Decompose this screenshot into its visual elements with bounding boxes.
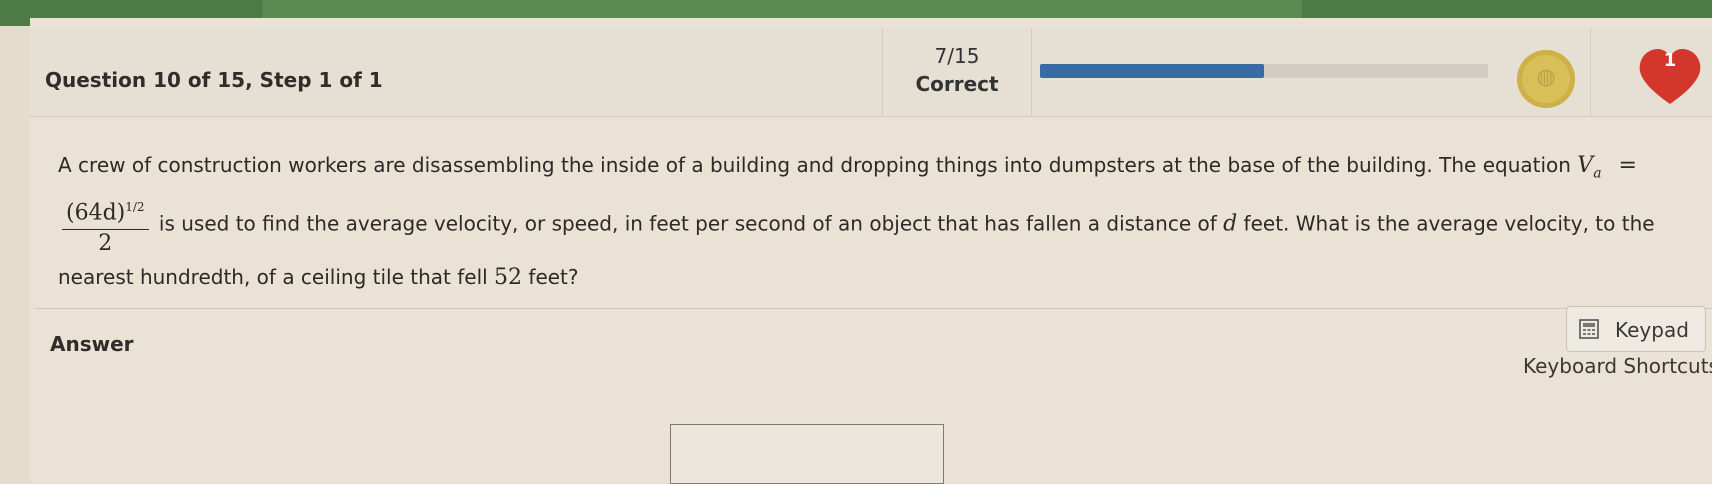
- answer-input[interactable]: [670, 424, 944, 484]
- question-page: Question 10 of 15, Step 1 of 1 7/15 Corr…: [30, 18, 1712, 484]
- keypad-button[interactable]: Keypad: [1566, 306, 1706, 352]
- coin-glyph: ◍: [1536, 65, 1556, 90]
- equation-numerator: (64d): [66, 200, 126, 226]
- coin-icon[interactable]: ◍: [1517, 50, 1575, 108]
- header-divider: [1590, 28, 1591, 116]
- equation-lhs-sub: a: [1593, 165, 1602, 182]
- question-step-label: Question 10 of 15, Step 1 of 1: [45, 68, 383, 92]
- keyboard-shortcuts-link[interactable]: Keyboard Shortcuts: [1523, 354, 1712, 378]
- number-52: 52: [494, 264, 523, 290]
- calculator-icon: [1579, 319, 1599, 339]
- question-text: A crew of construction workers are disas…: [58, 146, 1658, 297]
- question-text-part1: A crew of construction workers are disas…: [58, 153, 1578, 177]
- equation-fraction: (64d)1/2 2: [62, 192, 149, 257]
- question-header: Question 10 of 15, Step 1 of 1 7/15 Corr…: [30, 28, 1712, 117]
- equation-exponent: 1/2: [125, 200, 145, 215]
- equation-lhs-var: V: [1577, 153, 1594, 178]
- progress-bar-fill: [1040, 64, 1264, 78]
- equation-equals: =: [1618, 153, 1637, 178]
- variable-d: d: [1223, 212, 1238, 238]
- section-divider: [35, 308, 1712, 309]
- equation-denominator: 2: [98, 230, 113, 256]
- score-box: 7/15 Correct: [882, 28, 1032, 116]
- question-text-part4: feet?: [522, 264, 579, 289]
- hearts-count: 1: [1663, 50, 1677, 71]
- keypad-label: Keypad: [1615, 318, 1689, 342]
- score-fraction: 7/15: [934, 44, 980, 68]
- answer-label: Answer: [50, 332, 134, 356]
- score-status: Correct: [915, 72, 999, 96]
- progress-bar: [1040, 64, 1488, 78]
- question-text-part2: is used to find the average velocity, or…: [152, 212, 1224, 237]
